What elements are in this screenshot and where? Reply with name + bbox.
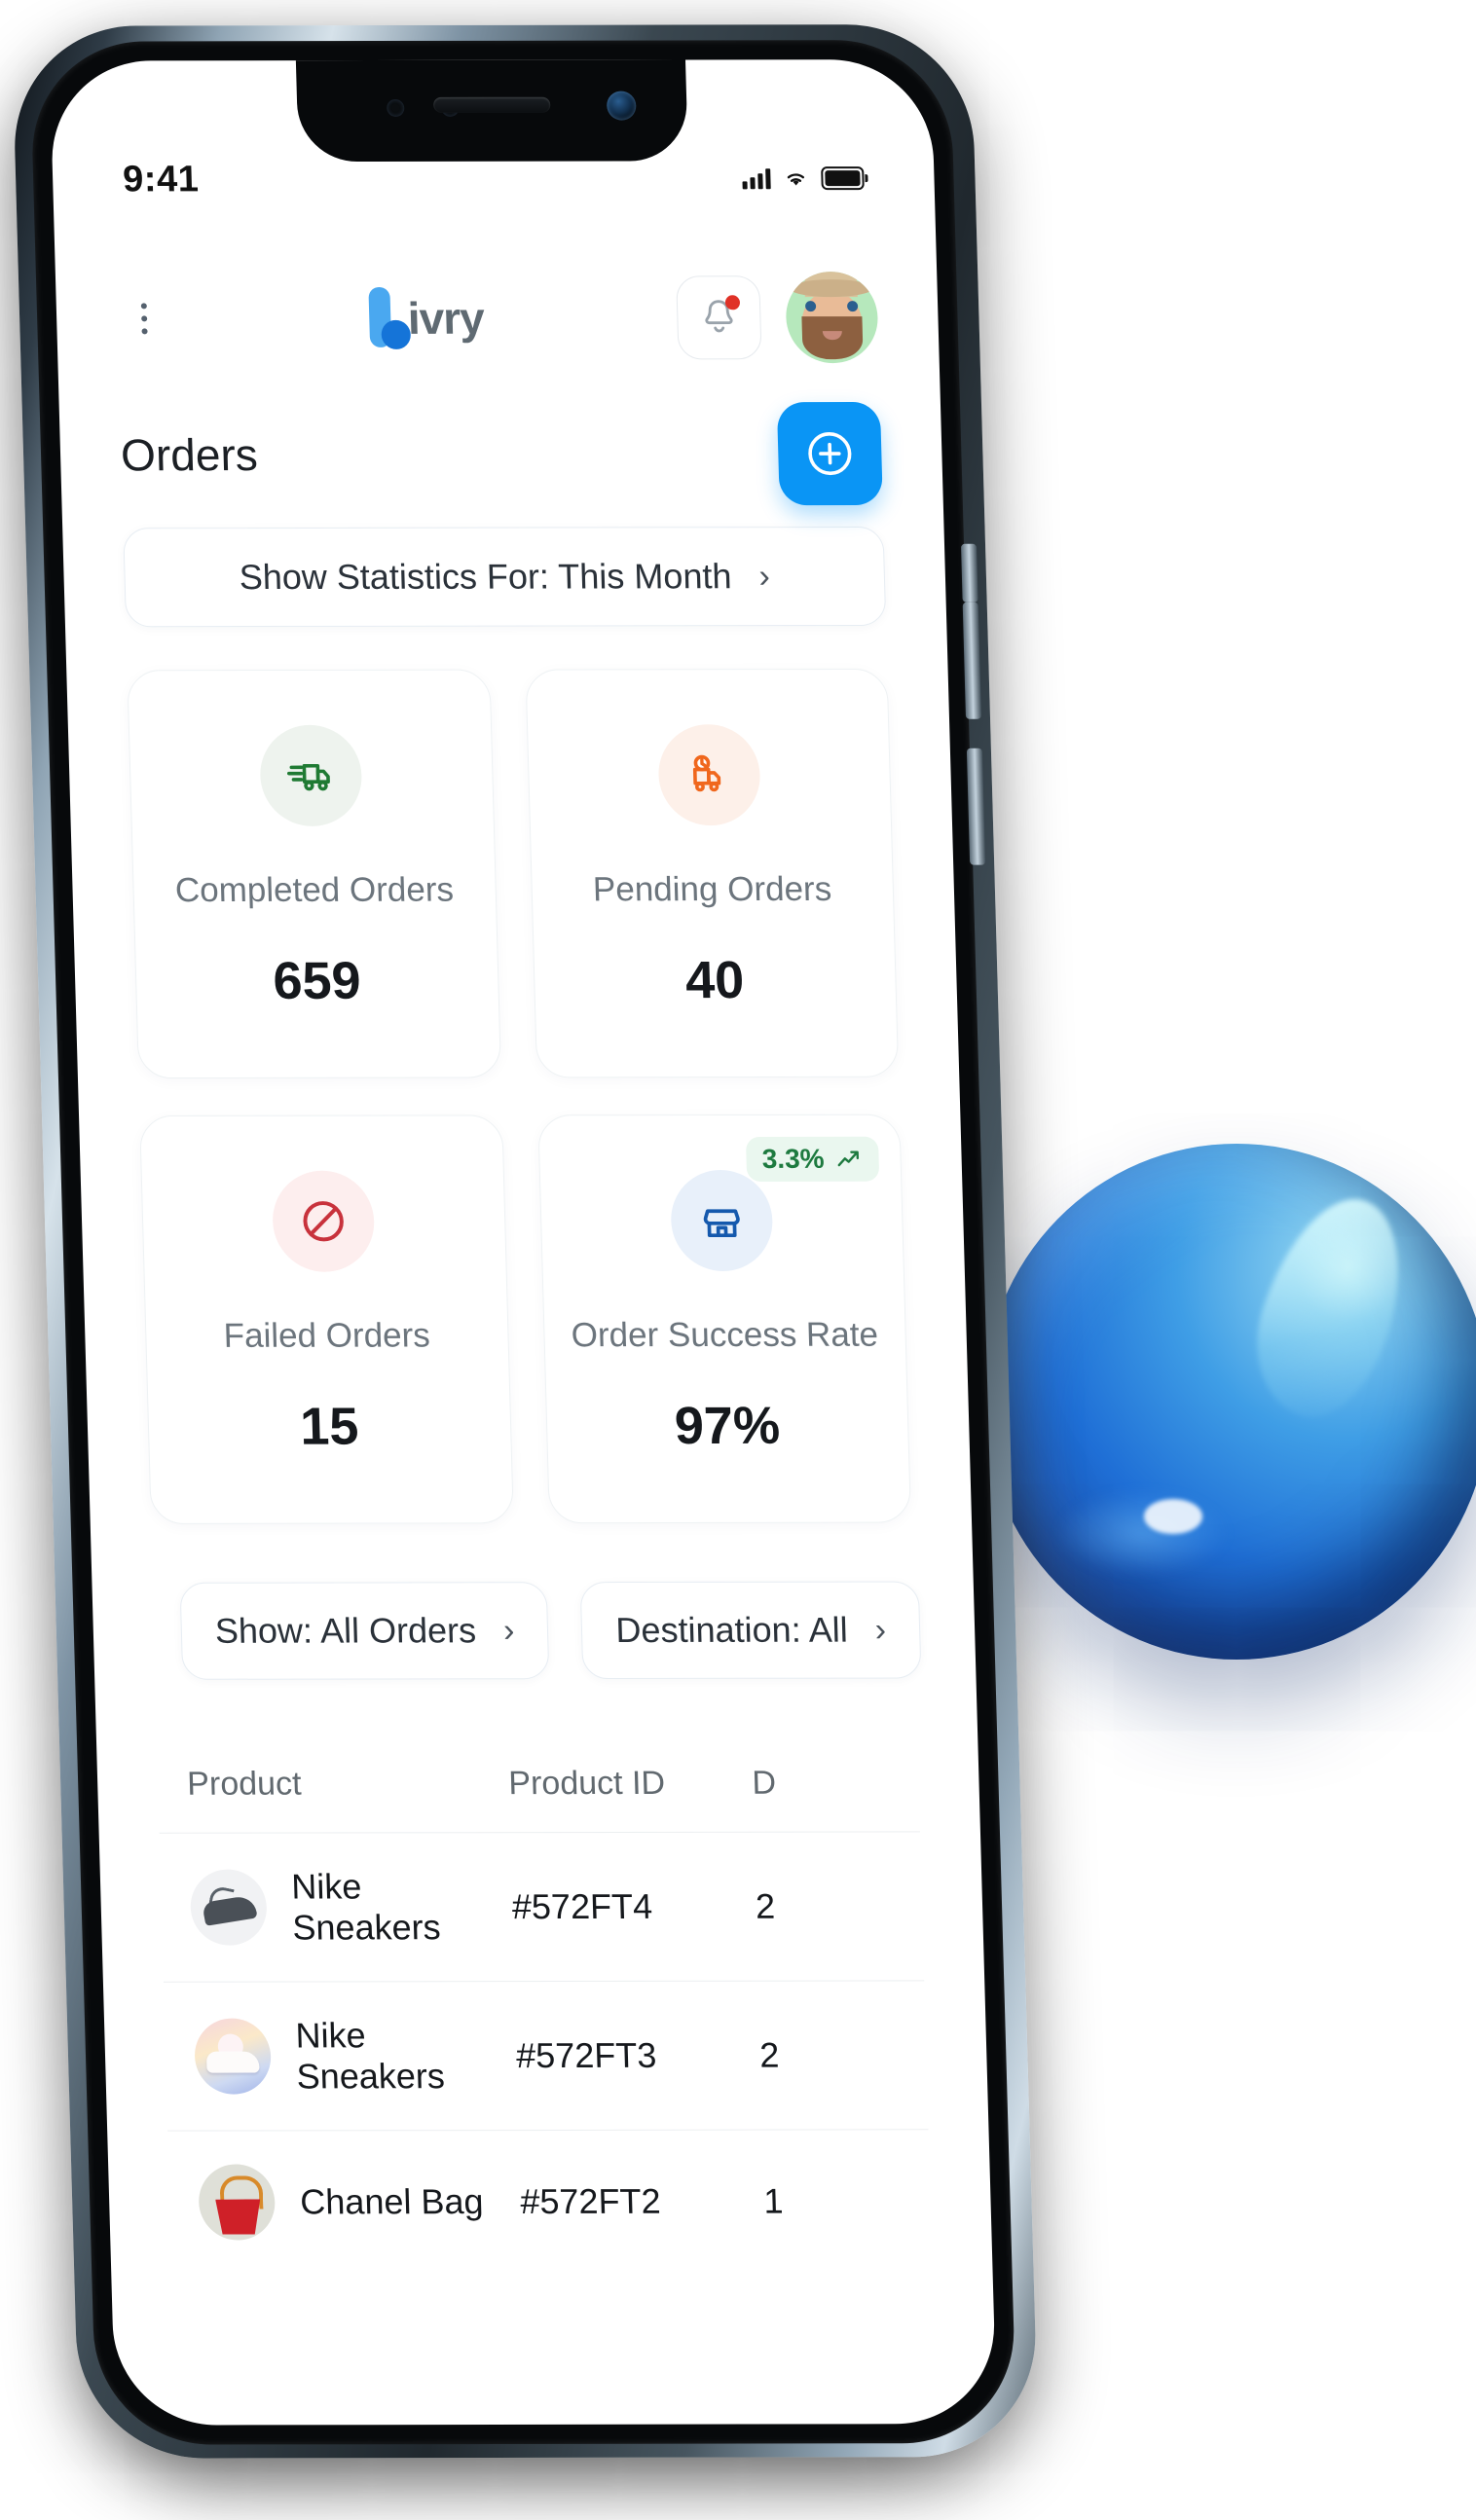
earpiece-speaker [432,96,550,113]
app-header: ivry [55,259,940,378]
orders-table: Product Product ID D Nike Sneakers #572F… [157,1731,933,2274]
nike-sneaker-black-thumb [189,1869,268,1946]
phone-mockup: 9:41 ivry Orders Show Statistics For: Th… [0,0,1065,2520]
chevron-right-icon: › [874,1611,887,1649]
app-logo: ivry [170,286,678,349]
cell-product-name: Nike Sneakers [290,1866,442,1948]
user-avatar[interactable] [785,272,879,364]
ban-icon [303,1201,345,1242]
statistics-period-selector[interactable]: Show Statistics For: This Month › [123,526,887,628]
notification-bell-button[interactable] [676,275,762,360]
chevron-right-icon: › [757,558,771,596]
destination-filter[interactable]: Destination: All › [580,1581,922,1680]
column-header-product-id: Product ID [507,1764,666,1803]
sphere-highlight [1144,1499,1202,1534]
power-button[interactable] [960,543,978,603]
volume-up-button[interactable] [962,602,982,719]
stat-card-label: Pending Orders [592,869,832,909]
card-icon-wrapper [271,1170,376,1272]
stat-card-label: Failed Orders [223,1316,431,1355]
nike-sneaker-pastel-thumb [193,2018,273,2095]
trend-badge-value: 3.3% [761,1143,826,1174]
show-orders-filter-label: Show: All Orders [214,1610,477,1651]
front-camera [606,91,637,121]
stat-card-label: Order Success Rate [571,1315,879,1355]
infrared-sensor-icon [386,98,405,117]
notification-dot-badge [724,295,741,310]
cell-product-id: #572FT3 [515,2034,657,2076]
store-icon [703,1209,740,1238]
stat-card-pending-orders[interactable]: Pending Orders 40 [524,668,900,1078]
cell-date: 2 [758,2034,780,2075]
volume-down-button[interactable] [966,748,986,865]
stat-card-value: 659 [272,951,362,1010]
stat-card-label: Completed Orders [174,870,455,910]
table-row[interactable]: Nike Sneakers #572FT3 2 [163,1980,929,2131]
stat-card-completed-orders[interactable]: Completed Orders 659 [127,669,501,1079]
cell-product-id: #572FT2 [519,2180,662,2222]
stat-card-order-success-rate[interactable]: 3.3% Order Success Rate 97% [536,1114,912,1524]
stat-cards-row-2: Failed Orders 15 3.3% Order Success Rate… [139,1114,912,1524]
delivery-truck-icon [287,763,331,791]
chanel-bag-red-thumb [198,2164,277,2241]
status-bar-time: 9:41 [122,158,200,200]
table-header-row: Product Product ID D [157,1731,920,1832]
logo-mark-icon [364,286,411,349]
phone-screen: 9:41 ivry Orders Show Statistics For: Th… [49,59,997,2426]
plus-circle-icon [808,432,852,476]
cell-product-id: #572FT4 [511,1885,653,1927]
cell-date: 1 [762,2180,785,2221]
stat-card-value: 97% [674,1396,781,1455]
chevron-right-icon: › [502,1612,515,1650]
blue-sphere-decoration [983,1144,1476,1660]
logo-text: ivry [407,292,485,344]
stat-card-failed-orders[interactable]: Failed Orders 15 [139,1114,514,1524]
stat-card-value: 40 [684,951,746,1010]
card-icon-wrapper [656,724,761,826]
kebab-menu-icon[interactable] [117,303,172,335]
add-order-button[interactable] [776,402,883,506]
stat-cards-row-1: Completed Orders 659 Pending Orders 40 [127,668,900,1079]
cell-date: 2 [755,1885,776,1926]
statistics-period-label: Show Statistics For: This Month [239,556,732,598]
trend-badge: 3.3% [746,1136,880,1182]
cellular-signal-icon [742,167,771,190]
card-icon-wrapper [669,1169,774,1272]
cell-product-name: Nike Sneakers [294,2015,446,2097]
table-row[interactable]: Chanel Bag #572FT2 1 [167,2129,933,2274]
column-header-date: D [751,1764,777,1802]
card-icon-wrapper [259,724,364,826]
destination-filter-label: Destination: All [614,1609,849,1651]
truck-clock-icon [692,754,720,792]
phone-notch [295,59,688,163]
order-filters: Show: All Orders › Destination: All › [179,1581,922,1680]
battery-icon [821,166,865,191]
wifi-icon [787,173,805,186]
cell-product-name: Chanel Bag [299,2181,485,2222]
page-title: Orders [120,429,259,481]
stat-card-value: 15 [299,1397,360,1456]
page-title-row: Orders [119,381,883,528]
page-content: Orders Show Statistics For: This Month › [58,381,997,2426]
show-orders-filter[interactable]: Show: All Orders › [179,1582,550,1680]
table-row[interactable]: Nike Sneakers #572FT4 2 [159,1831,925,1982]
column-header-product: Product [186,1765,303,1803]
trend-up-icon [837,1150,860,1167]
